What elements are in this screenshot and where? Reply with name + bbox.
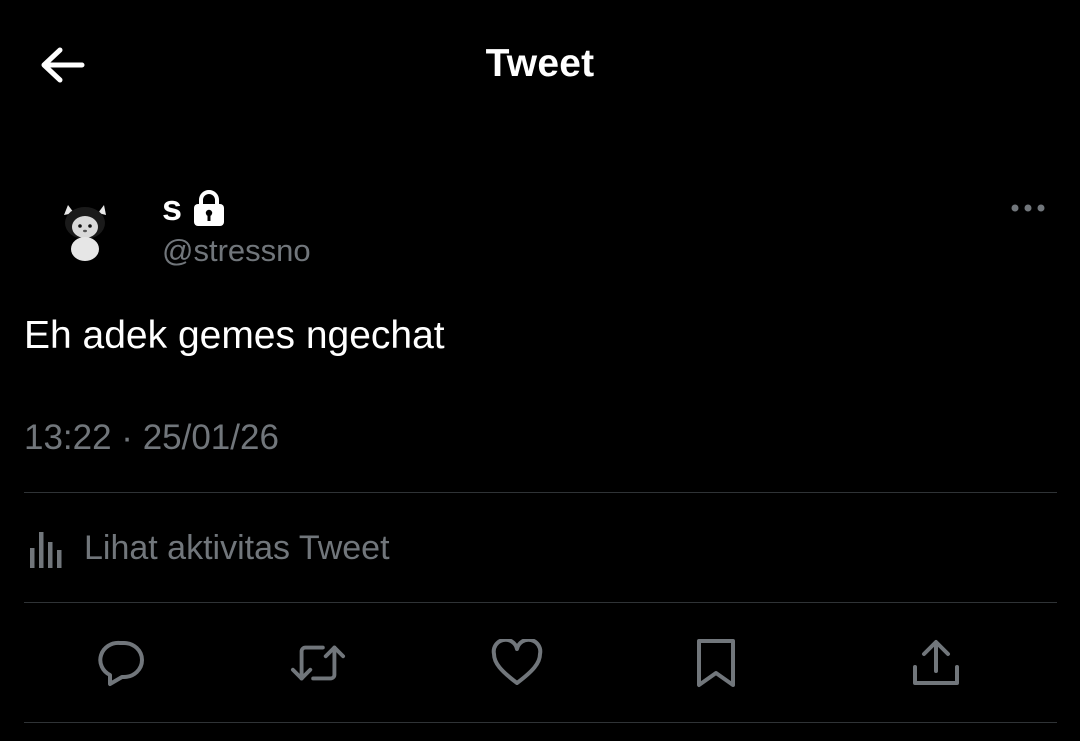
view-activity-label: Lihat aktivitas Tweet [84, 528, 390, 567]
avatar-image [50, 193, 120, 263]
divider [24, 722, 1057, 723]
header-bar: Tweet [0, 0, 1080, 130]
reply-button[interactable] [94, 635, 150, 691]
bookmark-button[interactable] [688, 635, 744, 691]
avatar[interactable] [50, 193, 120, 263]
tweet-timestamp[interactable]: 13:22 · 25/01/26 [24, 418, 279, 458]
reply-icon [98, 640, 144, 686]
more-horizontal-icon [1011, 204, 1045, 212]
divider [24, 492, 1057, 493]
retweet-button[interactable] [290, 635, 346, 691]
tweet-actions [0, 605, 1080, 720]
heart-icon [491, 639, 543, 685]
share-icon [913, 640, 959, 685]
lock-icon [194, 190, 225, 226]
username[interactable]: @stressno [162, 233, 311, 269]
tweet-author: s @stressno [50, 185, 1050, 285]
like-button[interactable] [489, 635, 545, 691]
display-name[interactable]: s [162, 187, 182, 229]
bookmark-icon [697, 639, 735, 687]
divider [24, 602, 1057, 603]
tweet-text: Eh adek gemes ngechat [24, 314, 445, 357]
bar-chart-icon [30, 532, 62, 568]
share-button[interactable] [908, 635, 964, 691]
page-title: Tweet [485, 42, 595, 85]
more-options-button[interactable] [1006, 193, 1050, 223]
display-name-row: s [162, 185, 226, 231]
view-activity-link[interactable]: Lihat aktivitas Tweet [24, 510, 390, 586]
tweet-detail-page: Tweet s @stressno Eh adek gemes ngechat … [0, 0, 1080, 741]
retweet-icon [290, 645, 346, 681]
